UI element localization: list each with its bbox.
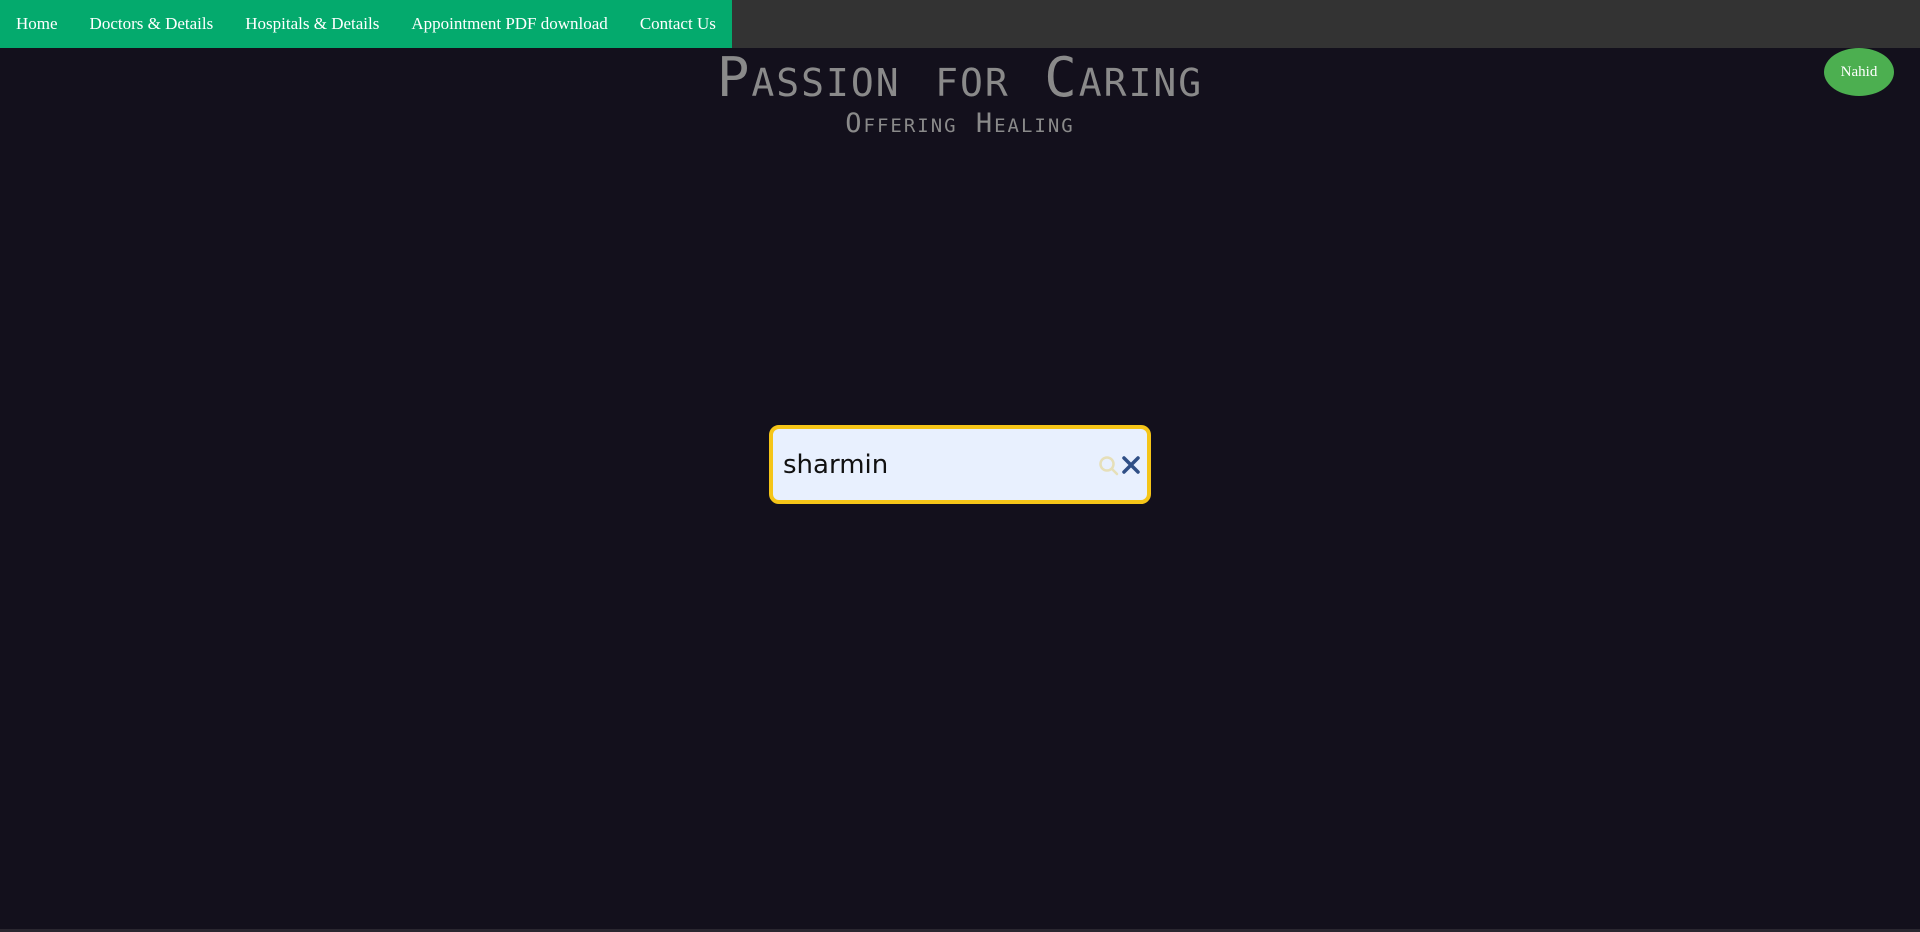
nav-link-home[interactable]: Home bbox=[0, 0, 74, 48]
hero-header: Passion for Caring Offering Healing bbox=[0, 48, 1920, 140]
nav-link-appointment-pdf[interactable]: Appointment PDF download bbox=[395, 0, 623, 48]
search-icon[interactable] bbox=[1098, 455, 1120, 477]
close-icon[interactable] bbox=[1119, 453, 1143, 477]
user-avatar-button[interactable]: Nahid bbox=[1824, 48, 1894, 96]
navbar: Home Doctors & Details Hospitals & Detai… bbox=[0, 0, 1920, 48]
nav-link-doctors[interactable]: Doctors & Details bbox=[74, 0, 230, 48]
search-input[interactable] bbox=[783, 429, 1073, 500]
nav-link-contact[interactable]: Contact Us bbox=[624, 0, 732, 48]
nav-menu: Home Doctors & Details Hospitals & Detai… bbox=[0, 0, 732, 48]
nav-link-hospitals[interactable]: Hospitals & Details bbox=[229, 0, 395, 48]
search-box bbox=[769, 425, 1151, 504]
page-subtitle: Offering Healing bbox=[845, 108, 1075, 139]
page-title: Passion for Caring bbox=[716, 46, 1204, 109]
